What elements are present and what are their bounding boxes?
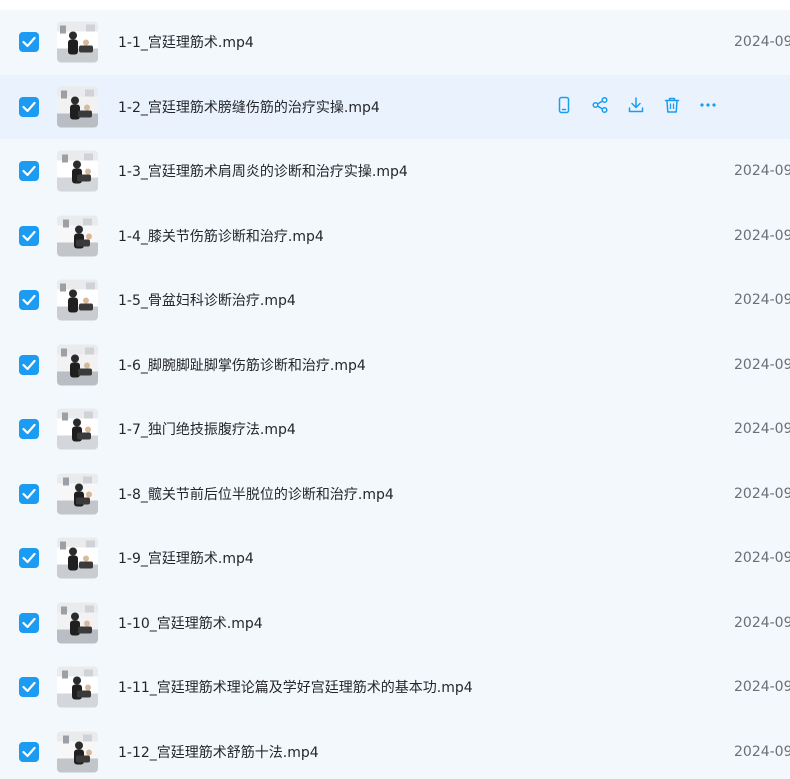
file-checkbox[interactable]	[19, 483, 39, 504]
download-icon	[627, 96, 645, 118]
file-date: 2024-09	[734, 34, 790, 51]
file-row[interactable]: 1-11_宫廷理筋术理论篇及学好宫廷理筋术的基本功.mp4 2024-09	[0, 655, 790, 720]
file-checkbox[interactable]	[19, 96, 39, 117]
file-row[interactable]: 1-8_髋关节前后位半脱位的诊断和治疗.mp4 2024-09	[0, 462, 790, 527]
more-button[interactable]	[697, 96, 719, 118]
file-name[interactable]: 1-2_宫廷理筋术膀缝伤筋的治疗实操.mp4	[118, 97, 380, 117]
file-name[interactable]: 1-10_宫廷理筋术.mp4	[118, 613, 263, 633]
file-checkbox[interactable]	[19, 419, 39, 440]
trash-button[interactable]	[661, 96, 683, 118]
file-name[interactable]: 1-5_骨盆妇科诊断治疗.mp4	[118, 290, 296, 310]
video-thumbnail[interactable]	[57, 408, 98, 450]
file-date: 2024-09	[734, 550, 790, 567]
file-name[interactable]: 1-1_宫廷理筋术.mp4	[118, 32, 254, 52]
phone-icon	[555, 96, 573, 118]
file-date: 2024-09	[734, 292, 790, 309]
share-button[interactable]	[589, 96, 611, 118]
file-checkbox[interactable]	[19, 161, 39, 182]
file-checkbox[interactable]	[19, 677, 39, 698]
file-checkbox[interactable]	[19, 741, 39, 762]
file-checkbox[interactable]	[19, 290, 39, 311]
video-thumbnail[interactable]	[57, 86, 98, 128]
share-icon	[591, 96, 609, 118]
video-thumbnail[interactable]	[57, 602, 98, 644]
file-row[interactable]: 1-10_宫廷理筋术.mp4 2024-09	[0, 591, 790, 656]
file-row[interactable]: 1-9_宫廷理筋术.mp4 2024-09	[0, 526, 790, 591]
video-thumbnail[interactable]	[57, 731, 98, 773]
download-button[interactable]	[625, 96, 647, 118]
video-thumbnail[interactable]	[57, 150, 98, 192]
video-thumbnail[interactable]	[57, 666, 98, 708]
file-date: 2024-09	[734, 227, 790, 244]
video-thumbnail[interactable]	[57, 537, 98, 579]
file-name[interactable]: 1-12_宫廷理筋术舒筋十法.mp4	[118, 742, 319, 762]
video-thumbnail[interactable]	[57, 215, 98, 257]
file-checkbox[interactable]	[19, 354, 39, 375]
phone-button[interactable]	[553, 96, 575, 118]
video-thumbnail[interactable]	[57, 279, 98, 321]
file-row[interactable]: 1-6_脚腕脚趾脚掌伤筋诊断和治疗.mp4 2024-09	[0, 333, 790, 398]
file-row[interactable]: 1-4_膝关节伤筋诊断和治疗.mp4 2024-09	[0, 204, 790, 269]
file-date: 2024-09	[734, 163, 790, 180]
file-name[interactable]: 1-8_髋关节前后位半脱位的诊断和治疗.mp4	[118, 484, 394, 504]
file-date: 2024-09	[734, 679, 790, 696]
file-date: 2024-09	[734, 614, 790, 631]
file-row[interactable]: 1-3_宫廷理筋术肩周炎的诊断和治疗实操.mp4 2024-09	[0, 139, 790, 204]
file-row[interactable]: 1-7_独门绝技振腹疗法.mp4 2024-09	[0, 397, 790, 462]
file-row[interactable]: 1-5_骨盆妇科诊断治疗.mp4 2024-09	[0, 268, 790, 333]
file-name[interactable]: 1-9_宫廷理筋术.mp4	[118, 548, 254, 568]
file-date: 2024-09	[734, 356, 790, 373]
file-name[interactable]: 1-7_独门绝技振腹疗法.mp4	[118, 419, 296, 439]
file-row[interactable]: 1-1_宫廷理筋术.mp4 2024-09	[0, 10, 790, 75]
file-date: 2024-09	[734, 485, 790, 502]
file-name[interactable]: 1-11_宫廷理筋术理论篇及学好宫廷理筋术的基本功.mp4	[118, 677, 473, 697]
row-actions	[553, 96, 719, 118]
video-thumbnail[interactable]	[57, 473, 98, 515]
file-name[interactable]: 1-3_宫廷理筋术肩周炎的诊断和治疗实操.mp4	[118, 161, 408, 181]
video-thumbnail[interactable]	[57, 21, 98, 63]
file-date: 2024-09	[734, 743, 790, 760]
file-checkbox[interactable]	[19, 548, 39, 569]
file-checkbox[interactable]	[19, 32, 39, 53]
file-checkbox[interactable]	[19, 225, 39, 246]
file-date: 2024-09	[734, 421, 790, 438]
file-name[interactable]: 1-4_膝关节伤筋诊断和治疗.mp4	[118, 226, 324, 246]
file-row[interactable]: 1-2_宫廷理筋术膀缝伤筋的治疗实操.mp4	[0, 74, 790, 139]
trash-icon	[663, 96, 681, 118]
file-name[interactable]: 1-6_脚腕脚趾脚掌伤筋诊断和治疗.mp4	[118, 355, 366, 375]
file-checkbox[interactable]	[19, 612, 39, 633]
file-list: 1-1_宫廷理筋术.mp4 2024-09 1-2_宫廷理筋术膀缝伤筋的治疗实操.m…	[0, 10, 790, 779]
more-icon	[699, 96, 717, 118]
file-row[interactable]: 1-12_宫廷理筋术舒筋十法.mp4 2024-09	[0, 720, 790, 779]
video-thumbnail[interactable]	[57, 344, 98, 386]
